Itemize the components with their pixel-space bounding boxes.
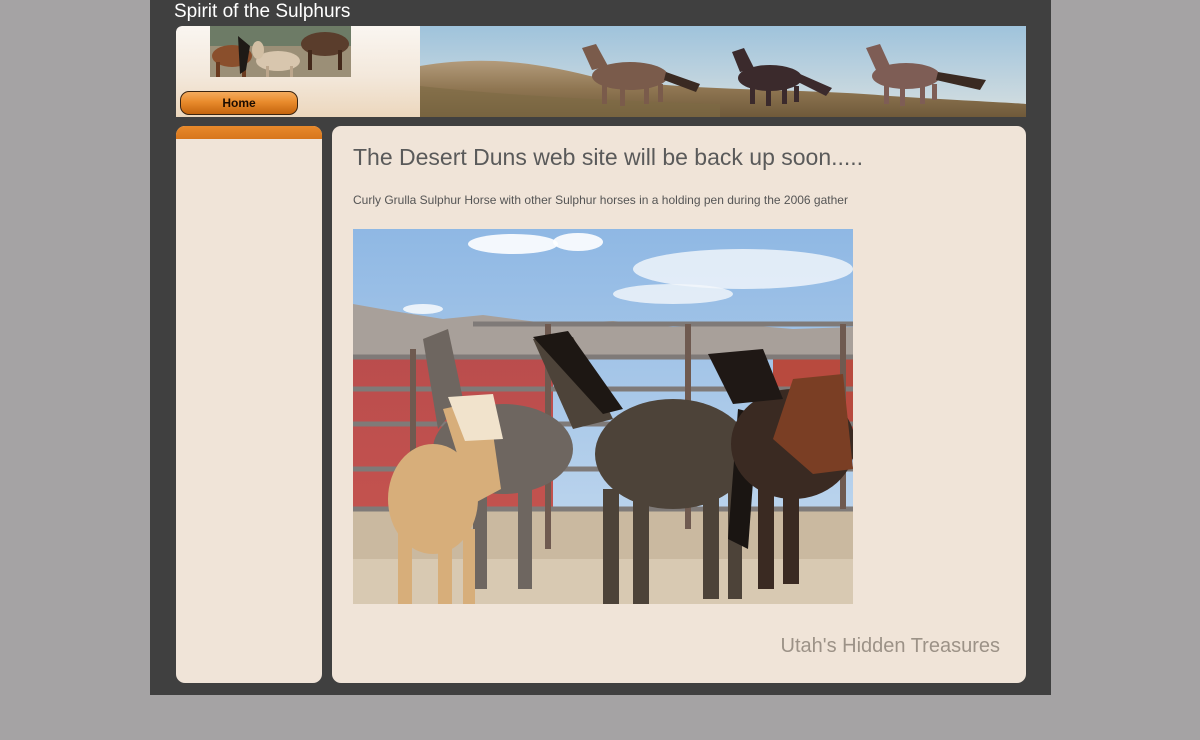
horses-thumbnail-art bbox=[210, 26, 351, 77]
main-photo bbox=[353, 229, 853, 604]
sidebar-top-bar bbox=[176, 126, 322, 139]
photo-caption: Curly Grulla Sulphur Horse with other Su… bbox=[353, 193, 848, 207]
running-horses-banner-art bbox=[420, 26, 1026, 117]
header-banner-image bbox=[420, 26, 1026, 117]
header: Home bbox=[176, 26, 1026, 117]
home-button[interactable]: Home bbox=[180, 91, 298, 115]
sidebar bbox=[176, 126, 322, 683]
site-tagline: Utah's Hidden Treasures bbox=[780, 635, 1000, 657]
header-thumbnail-image bbox=[210, 26, 351, 77]
page-heading: The Desert Duns web site will be back up… bbox=[353, 144, 864, 170]
horses-in-holding-pen-art bbox=[353, 229, 853, 604]
header-left-panel: Home bbox=[176, 26, 420, 117]
site-title: Spirit of the Sulphurs bbox=[174, 1, 351, 22]
page-frame: Spirit of the Sulphurs Home The Desert D… bbox=[150, 0, 1051, 695]
main-content: The Desert Duns web site will be back up… bbox=[332, 126, 1026, 683]
